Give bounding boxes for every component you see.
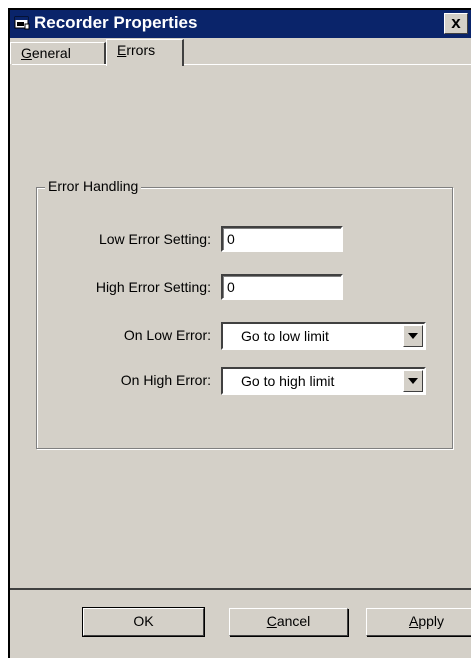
triangle-down-icon [408,333,418,339]
tab-general-accel: G [21,45,32,61]
tab-general-label: eneral [31,45,71,61]
high-error-setting-label: High Error Setting: [95,279,211,295]
tab-general[interactable]: General [10,42,106,64]
low-error-setting-input[interactable]: 0 [221,226,343,252]
error-handling-label: Error Handling [45,178,142,194]
cancel-button[interactable]: Cancel [229,608,348,636]
window-title: Recorder Properties [34,13,198,32]
tab-errors-label: rrors [126,42,156,58]
on-high-error-dropdown-button[interactable] [403,370,423,392]
ok-button[interactable]: OK [82,607,205,637]
errors-tab-panel: Error Handling Low Error Setting: 0 High… [12,64,471,588]
on-high-error-value: Go to high limit [241,373,335,389]
on-high-error-select[interactable]: Go to high limit [221,367,426,395]
apply-label: pply [418,613,445,629]
recorder-properties-dialog: Recorder Properties x General Errors Err… [8,8,471,658]
on-low-error-dropdown-button[interactable] [403,325,423,347]
apply-button[interactable]: Apply [366,608,471,636]
title-bar[interactable]: Recorder Properties x [10,10,471,38]
apply-accel: A [408,613,419,629]
on-low-error-value: Go to low limit [241,328,329,344]
cancel-accel: C [266,613,277,629]
on-high-error-label: On High Error: [120,372,211,388]
high-error-setting-input[interactable]: 0 [221,274,343,300]
triangle-down-icon [408,378,418,384]
on-low-error-label: On Low Error: [123,327,211,343]
cancel-label: ancel [276,613,311,629]
tab-errors[interactable]: Errors [106,39,184,66]
low-error-setting-label: Low Error Setting: [98,231,211,247]
button-bar: OK Cancel Apply [10,588,471,660]
on-low-error-select[interactable]: Go to low limit [221,322,426,350]
tab-strip: General Errors [10,38,471,66]
window-app-icon [14,16,30,30]
error-handling-group: Error Handling Low Error Setting: 0 High… [36,178,453,449]
close-button[interactable]: x [444,13,468,34]
tab-errors-accel: E [117,42,127,58]
